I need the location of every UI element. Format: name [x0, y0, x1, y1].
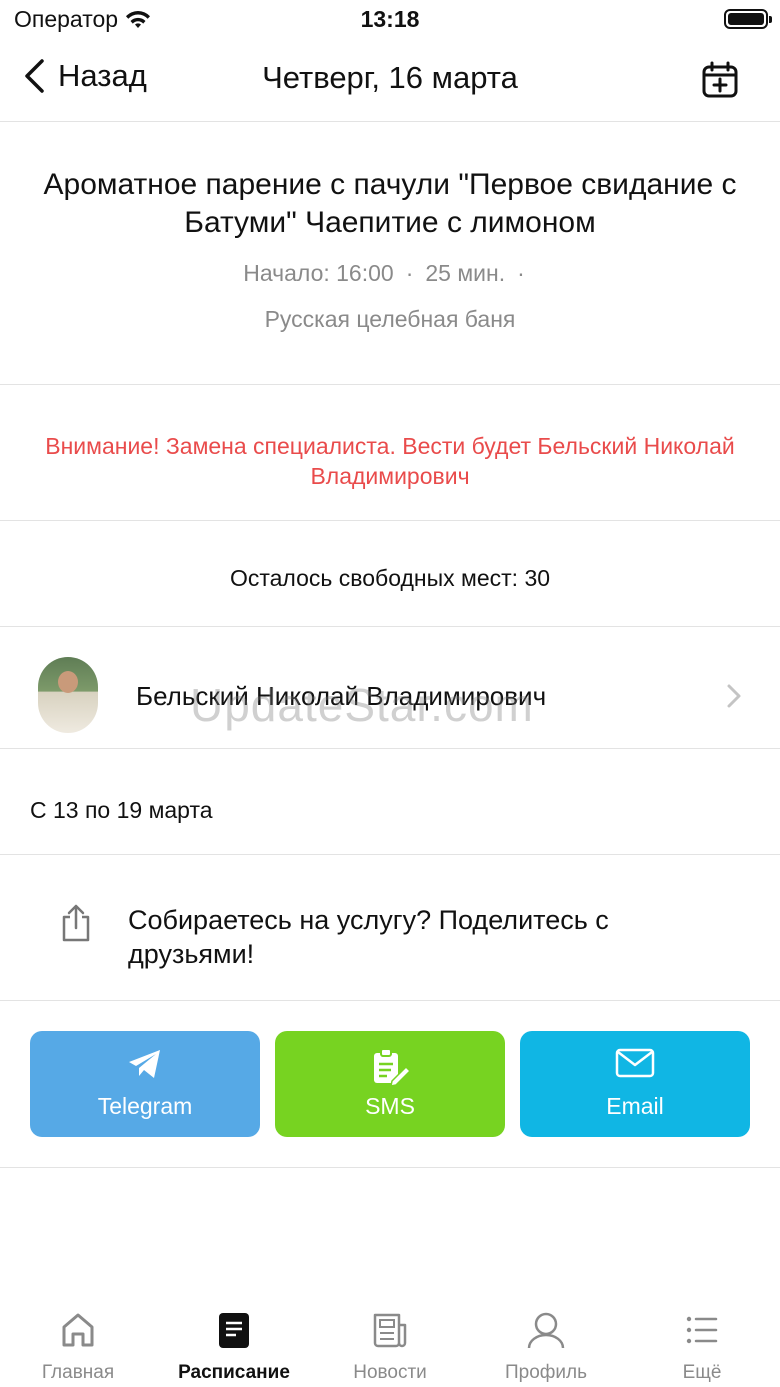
share-prompt: Собираетесь на услугу? Поделитесь с друз…	[128, 905, 609, 969]
specialist-row[interactable]: Бельский Николай Владимирович	[0, 627, 780, 749]
event-duration: 25 мин.	[425, 260, 506, 286]
battery-icon	[724, 9, 772, 29]
meta-separator: ·	[405, 260, 414, 286]
tab-label: Расписание	[178, 1362, 290, 1383]
share-section: Собираетесь на услугу? Поделитесь с друз…	[0, 855, 780, 1001]
email-button[interactable]: Email	[520, 1031, 750, 1137]
event-header: Ароматное парение с пачули "Первое свида…	[0, 122, 780, 385]
calendar-plus-icon	[702, 61, 738, 98]
specialist-name: Бельский Николай Владимирович	[136, 681, 547, 711]
week-section: С 13 по 19 марта	[0, 749, 780, 855]
schedule-icon	[219, 1313, 249, 1348]
home-icon	[62, 1313, 94, 1347]
tab-home[interactable]: Главная	[0, 1300, 156, 1387]
sms-button[interactable]: SMS	[275, 1031, 505, 1137]
tab-more[interactable]: Ещё	[624, 1300, 780, 1387]
sms-icon	[374, 1048, 410, 1087]
email-label: Email	[606, 1093, 664, 1119]
tab-profile[interactable]: Профиль	[468, 1300, 624, 1387]
status-bar: Оператор 13:18	[0, 0, 780, 40]
navigation-bar: Назад Четверг, 16 марта	[0, 40, 780, 122]
telegram-button[interactable]: Telegram	[30, 1031, 260, 1137]
tab-news[interactable]: Новости	[312, 1300, 468, 1387]
week-range: С 13 по 19 марта	[30, 797, 213, 823]
sms-label: SMS	[365, 1093, 415, 1119]
email-icon	[615, 1048, 655, 1078]
news-icon	[373, 1313, 407, 1348]
tab-label: Профиль	[504, 1362, 588, 1383]
avatar	[38, 657, 98, 733]
warning-section: Внимание! Замена специалиста. Вести буде…	[0, 385, 780, 521]
event-meta: Начало: 16:00 · 25 мин. ·	[0, 260, 780, 287]
tab-schedule[interactable]: Расписание	[156, 1300, 312, 1387]
tab-label: Ещё	[682, 1362, 722, 1383]
share-icon	[62, 904, 90, 942]
warning-message: Внимание! Замена специалиста. Вести буде…	[45, 433, 735, 489]
page-title: Четверг, 16 марта	[262, 60, 518, 95]
meta-separator: ·	[517, 260, 525, 286]
event-place: Русская целебная баня	[264, 306, 516, 332]
telegram-icon	[129, 1050, 160, 1078]
telegram-label: Telegram	[97, 1093, 193, 1119]
profile-icon	[527, 1312, 565, 1349]
more-icon	[686, 1316, 718, 1344]
tab-label: Главная	[41, 1362, 115, 1383]
add-to-calendar-button[interactable]	[700, 60, 740, 100]
event-start: Начало: 16:00	[243, 260, 394, 286]
tab-label: Новости	[353, 1362, 427, 1383]
free-seats-text: Осталось свободных мест: 30	[229, 565, 551, 591]
chevron-right-icon	[727, 684, 741, 708]
status-time: 13:18	[360, 6, 420, 32]
tab-bar: Главная Расписание Новости Профиль Ещё	[0, 1300, 780, 1387]
seats-section: Осталось свободных мест: 30	[0, 521, 780, 627]
event-title: Ароматное парение с пачули "Первое свида…	[43, 168, 737, 239]
